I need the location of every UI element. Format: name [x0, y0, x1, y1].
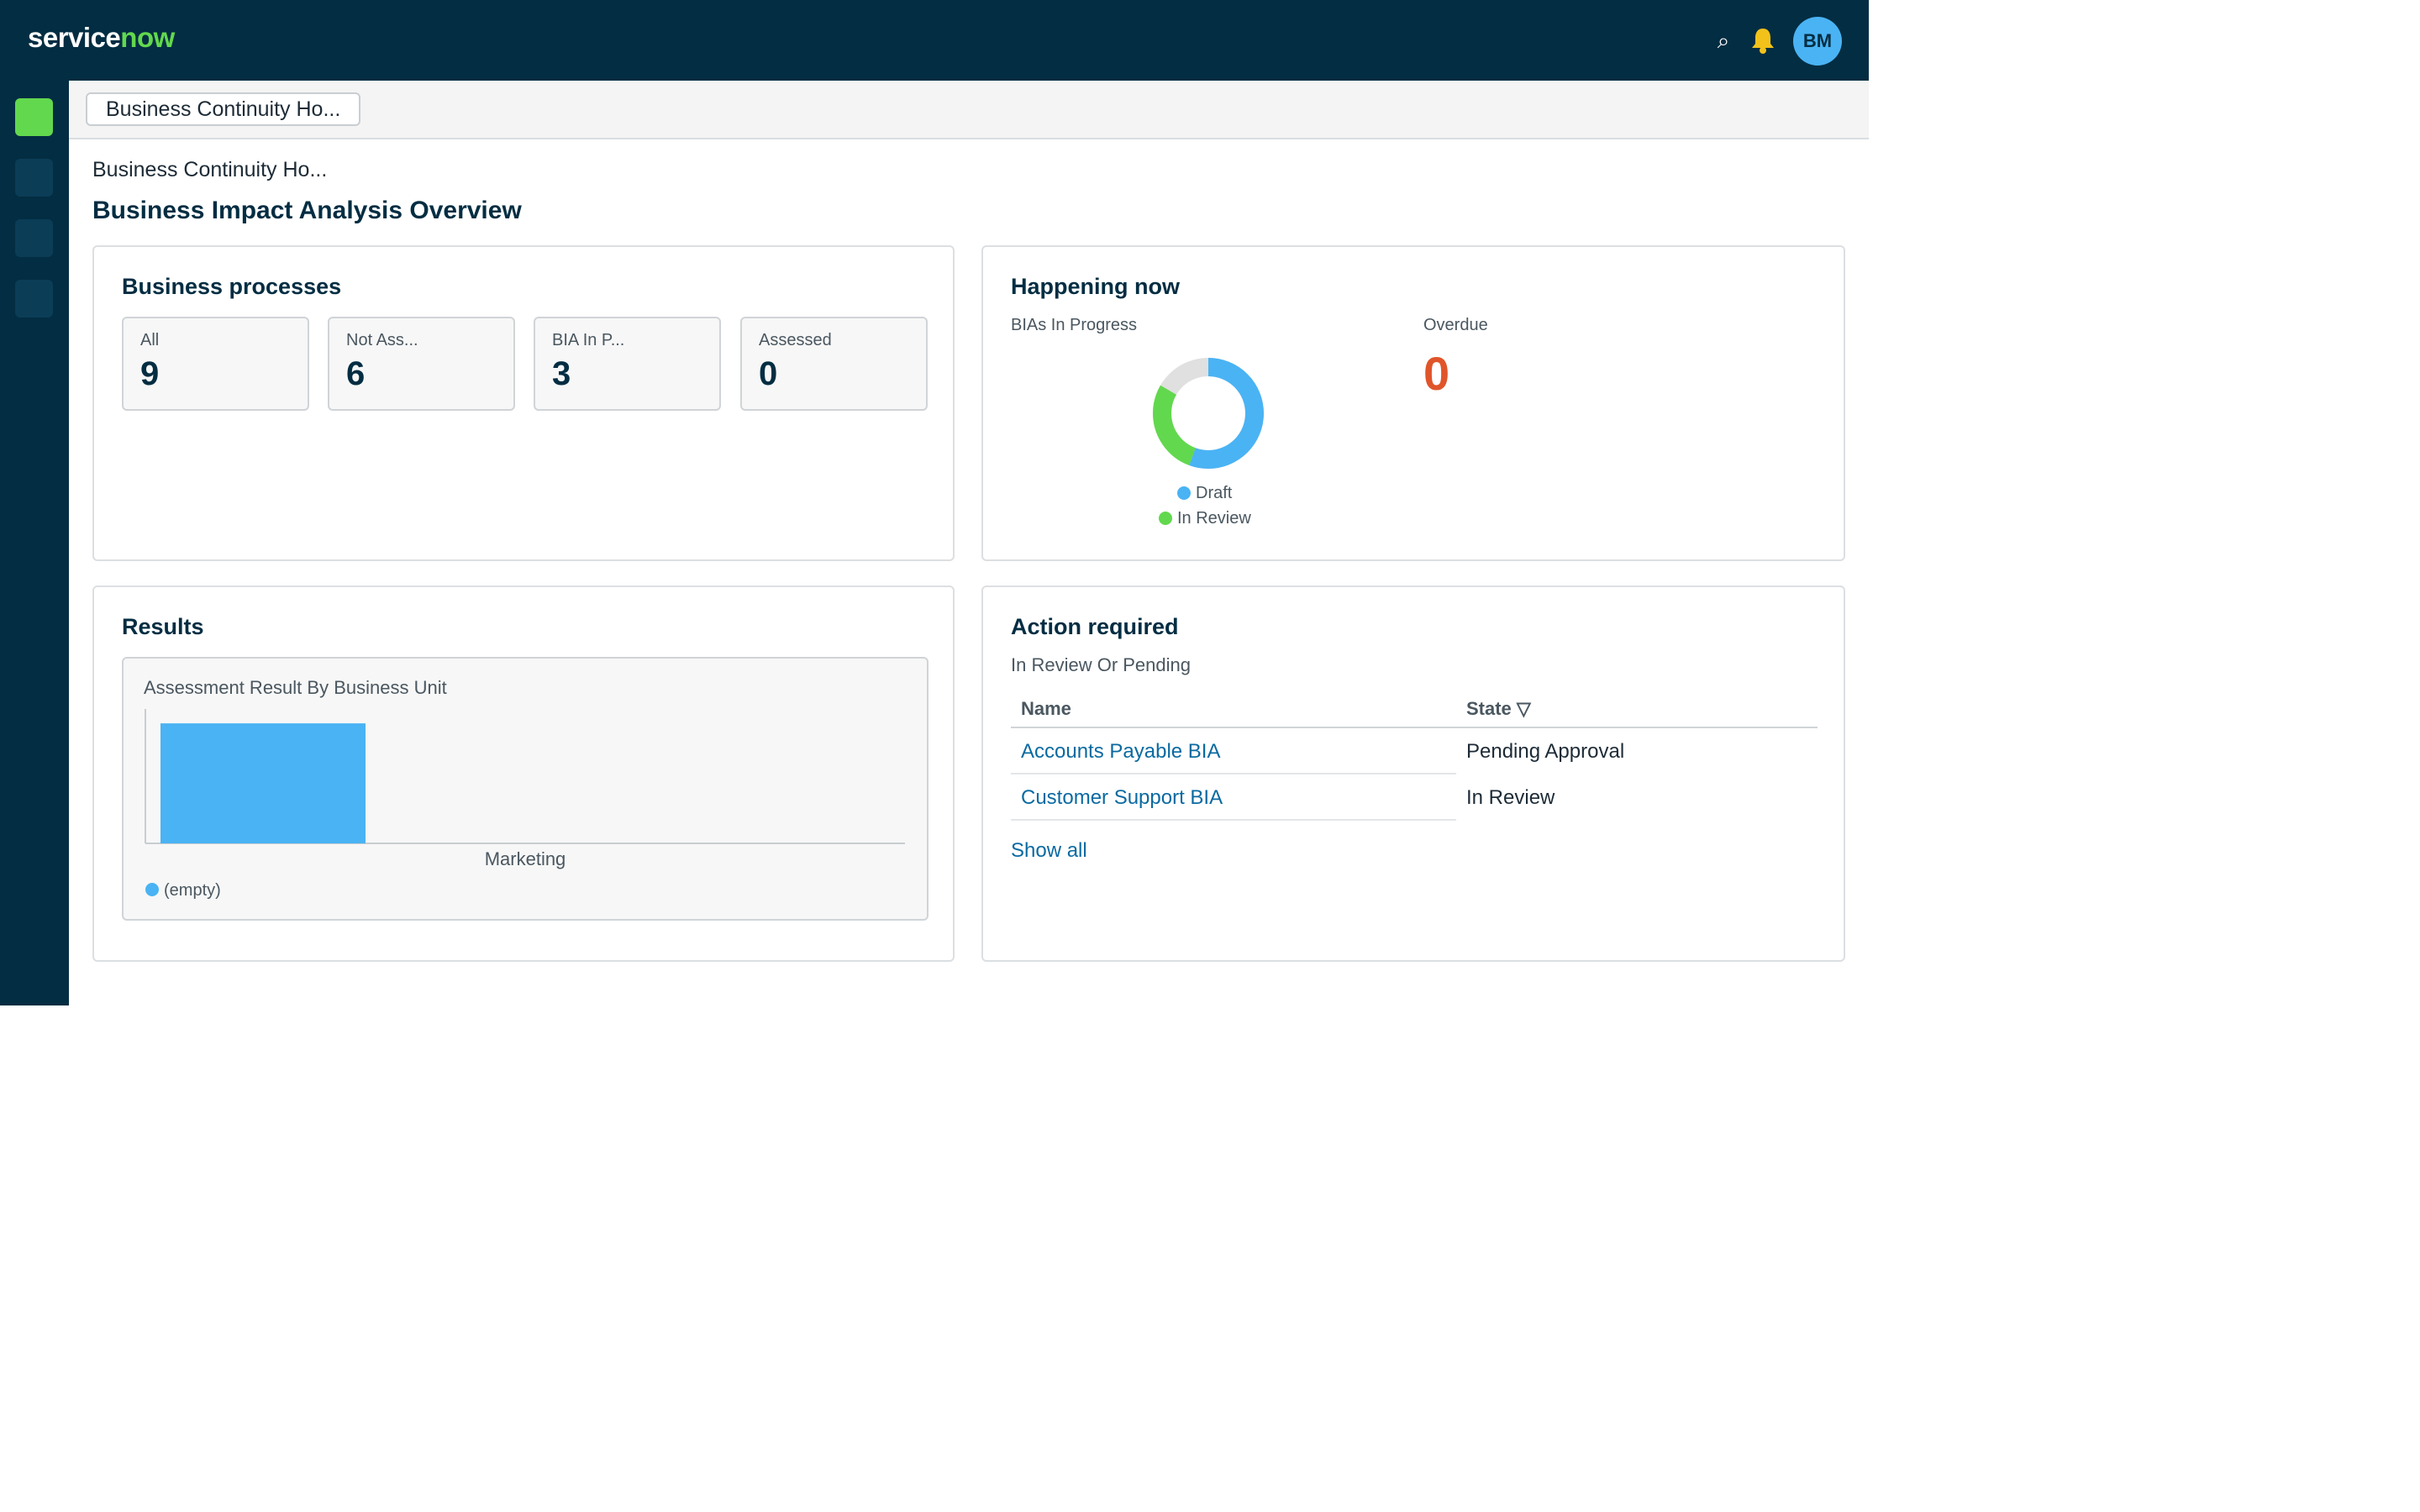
- tab-strip: Business Continuity Ho...: [69, 81, 1869, 139]
- overdue-label: Overdue: [1423, 316, 1488, 334]
- show-all-link[interactable]: Show all: [1011, 839, 1087, 863]
- bias-in-progress-label: BIAs In Progress: [1011, 316, 1138, 334]
- action-required-subtitle: In Review Or Pending: [1011, 654, 1191, 675]
- stat-assessed[interactable]: Assessed 0: [740, 317, 928, 411]
- stat-value: 3: [552, 355, 571, 392]
- rail-item-3[interactable]: [15, 280, 53, 318]
- card-title: Results: [122, 614, 204, 639]
- table-row: Accounts Payable BIA Pending Approval: [1011, 728, 1818, 774]
- rail-item-home[interactable]: [15, 98, 53, 136]
- stat-all[interactable]: All 9: [122, 317, 309, 411]
- bar-chart-canvas: Marketing (empty): [145, 709, 905, 900]
- happening-now-card: Happening now BIAs In Progress Overdue 0…: [981, 245, 1845, 561]
- left-nav-rail: [0, 81, 69, 1005]
- column-header-state[interactable]: State ▽: [1466, 698, 1531, 720]
- logo-text-now: now: [120, 22, 175, 53]
- row-name-link[interactable]: Customer Support BIA: [1011, 774, 1456, 821]
- table-row: Customer Support BIA In Review: [1011, 774, 1818, 821]
- table-header: Name State ▽: [1011, 688, 1818, 728]
- page-title: Business Impact Analysis Overview: [92, 197, 522, 224]
- legend-label: Draft: [1196, 484, 1233, 502]
- stat-label: All: [140, 331, 160, 349]
- tab-business-continuity[interactable]: Business Continuity Ho...: [86, 92, 361, 126]
- business-processes-card: Business processes All 9 Not Ass... 6 BI…: [92, 245, 955, 561]
- stat-label: Assessed: [759, 331, 832, 349]
- bell-icon-graphic: [1752, 29, 1774, 54]
- search-icon[interactable]: ⌕: [1712, 27, 1734, 54]
- results-card: Results Assessment Result By Business Un…: [92, 585, 955, 962]
- stat-label: Not Ass...: [346, 331, 418, 349]
- row-state: In Review: [1466, 786, 1555, 809]
- bar-marketing[interactable]: [160, 723, 366, 843]
- x-tick-label: Marketing: [485, 848, 566, 869]
- stat-bia-in-progress[interactable]: BIA In P... 3: [534, 317, 721, 411]
- card-title: Happening now: [1011, 274, 1180, 299]
- stat-label: BIA In P...: [552, 331, 625, 349]
- legend-dot-in-review: [1159, 512, 1172, 525]
- bell-icon[interactable]: [1748, 25, 1778, 55]
- rail-item-2[interactable]: [15, 219, 53, 257]
- stat-value: 9: [140, 355, 160, 392]
- card-title: Business processes: [122, 274, 342, 299]
- rail-item-1[interactable]: [15, 159, 53, 197]
- top-bar: servicenow ⌕ BM: [0, 0, 1869, 81]
- card-title: Action required: [1011, 614, 1179, 639]
- overdue-count[interactable]: 0: [1423, 346, 1449, 401]
- legend-in-review: In Review: [1159, 509, 1251, 528]
- legend-draft: Draft: [1177, 484, 1232, 503]
- column-header-name[interactable]: Name: [1021, 698, 1071, 720]
- stat-value: 6: [346, 355, 366, 392]
- app-frame: servicenow ⌕ BM Business Continuity Ho..…: [0, 0, 1869, 1005]
- row-state: Pending Approval: [1466, 740, 1625, 763]
- logo-text-service: service: [28, 22, 121, 53]
- stat-not-assessed[interactable]: Not Ass... 6: [328, 317, 515, 411]
- stat-value: 0: [759, 355, 778, 392]
- assessment-result-chart: Assessment Result By Business Unit Marke…: [122, 657, 929, 921]
- row-name-link[interactable]: Accounts Payable BIA: [1011, 728, 1456, 774]
- servicenow-logo[interactable]: servicenow: [28, 22, 175, 54]
- legend-label: In Review: [1177, 509, 1251, 528]
- breadcrumb: Business Continuity Ho...: [92, 158, 328, 181]
- app-root: servicenow ⌕ BM Business Continuity Ho..…: [0, 0, 2420, 1512]
- legend-label-empty: (empty): [164, 881, 221, 900]
- action-required-card: Action required In Review Or Pending Nam…: [981, 585, 1845, 962]
- legend-dot-empty: [145, 883, 159, 896]
- bias-donut-chart[interactable]: [1150, 354, 1267, 472]
- user-avatar[interactable]: BM: [1793, 17, 1842, 66]
- legend-dot-draft: [1177, 486, 1191, 500]
- action-required-table: Name State ▽ Accounts Payable BIA Pendin…: [1011, 688, 1818, 821]
